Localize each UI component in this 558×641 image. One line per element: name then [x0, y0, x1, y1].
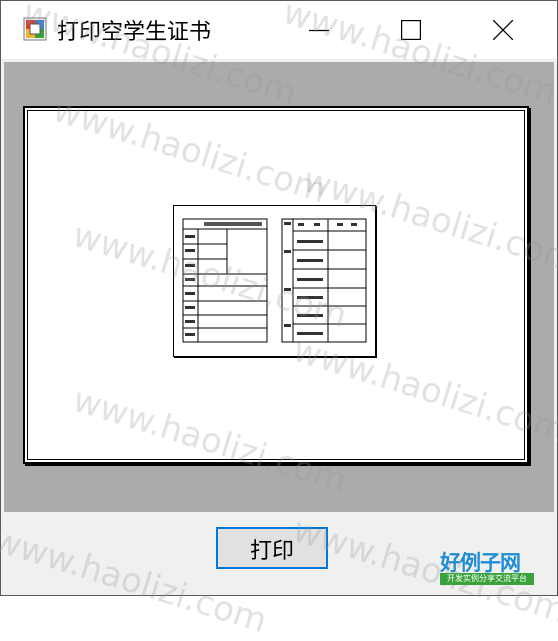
preview-page — [23, 106, 529, 464]
logo-subtitle: 开发实例分享交流平台 — [440, 573, 534, 585]
maximize-icon — [401, 20, 421, 40]
print-preview-area — [4, 62, 554, 512]
app-icon — [23, 17, 47, 41]
close-icon — [493, 20, 513, 40]
print-button[interactable]: 打印 — [216, 527, 328, 569]
maximize-button[interactable] — [365, 1, 457, 59]
title-bar[interactable]: 打印空学生证书 — [1, 1, 557, 59]
window-title: 打印空学生证书 — [57, 20, 212, 45]
site-logo: 好例子网 开发实例分享交流平台 — [440, 549, 534, 587]
minimize-icon — [309, 29, 329, 32]
minimize-button[interactable] — [273, 1, 365, 59]
app-window: 打印空学生证书 打印 — [0, 0, 558, 596]
close-button[interactable] — [457, 1, 557, 59]
student-certificate-thumbnail — [173, 205, 376, 357]
